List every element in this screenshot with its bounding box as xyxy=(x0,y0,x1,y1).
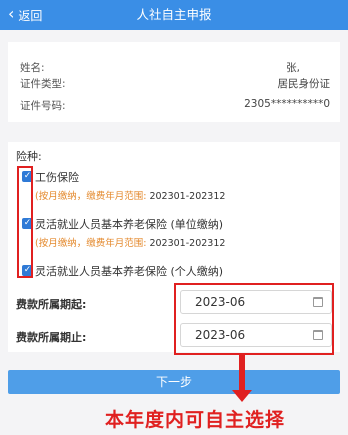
pension-personal-label: 灵活就业人员基本养老保险 (个人缴纳) xyxy=(35,265,224,278)
pension-unit-note: (按月缴纳，缴费年月范围: 202301-202312 xyxy=(35,235,225,249)
work-injury-label: 工伤保险 xyxy=(35,171,79,184)
personal-info-card: 姓名: 张, 证件类型: 居民身份证 证件号码: 2305**********0 xyxy=(8,42,340,122)
header-bar: ‹ 返回 人社自主申报 xyxy=(0,0,348,30)
pension-unit-label: 灵活就业人员基本养老保险 (单位缴纳) xyxy=(35,218,224,231)
id-number-row: 证件号码: 2305**********0 xyxy=(20,98,330,114)
annotation-text: 本年度内可自主选择 xyxy=(105,409,286,431)
period-highlight-box xyxy=(174,283,334,355)
work-injury-note: (按月缴纳，缴费年月范围: 202301-202312 xyxy=(35,188,225,202)
insurance-type-title: 险种: xyxy=(16,150,42,163)
annotation-arrow xyxy=(239,354,245,394)
id-type-value: 居民身份证 xyxy=(277,78,331,90)
period-start-label: 费款所属期起: xyxy=(16,298,87,311)
annotation-arrow-head xyxy=(232,390,252,402)
name-value: 张, xyxy=(286,62,300,74)
name-label: 姓名: xyxy=(20,62,45,74)
next-step-button[interactable]: 下一步 xyxy=(8,370,340,394)
id-type-label: 证件类型: xyxy=(20,78,66,90)
pension-unit-note-prefix: (按月缴纳，缴费年月范围: xyxy=(35,238,147,249)
checkbox-highlight-box xyxy=(17,166,33,278)
work-injury-note-range: 202301-202312 xyxy=(149,191,226,202)
id-type-row: 证件类型: 居民身份证 xyxy=(20,76,330,92)
id-number-label: 证件号码: xyxy=(20,100,66,112)
work-injury-note-prefix: (按月缴纳，缴费年月范围: xyxy=(35,191,147,202)
id-number-value: 2305**********0 xyxy=(244,98,330,110)
name-row: 姓名: 张, xyxy=(20,60,330,76)
page-title: 人社自主申报 xyxy=(136,7,212,22)
period-end-label: 费款所属期止: xyxy=(16,331,87,344)
pension-unit-note-range: 202301-202312 xyxy=(149,238,226,249)
